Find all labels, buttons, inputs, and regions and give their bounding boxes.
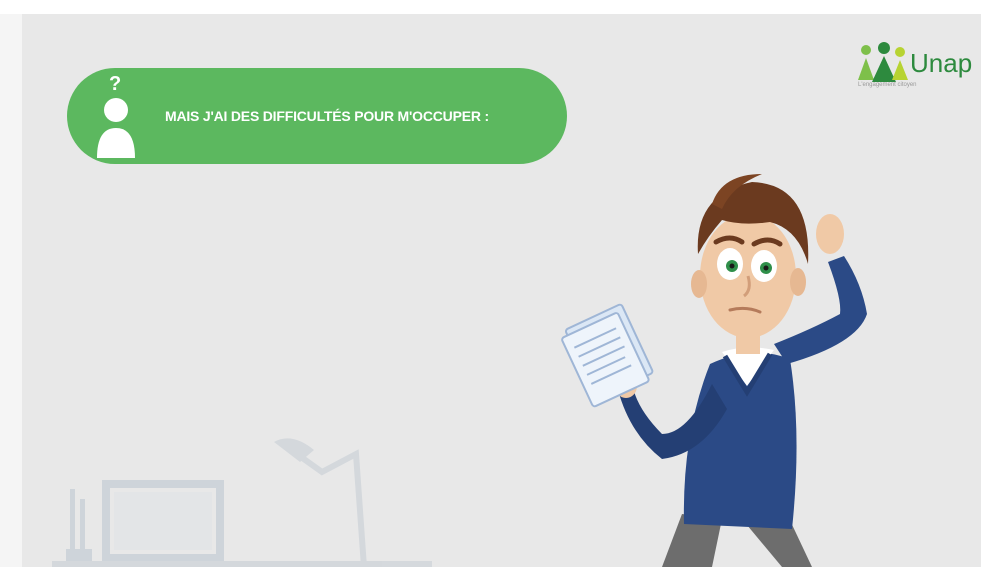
logo-tagline: L'engagement citoyen — [858, 82, 917, 88]
question-banner: ? MAIS J'AI DES DIFFICULTÉS POUR M'OCCUP… — [67, 68, 567, 164]
logo-text: Unap — [910, 48, 973, 78]
desk-items — [52, 438, 432, 567]
unapei-figures-icon — [858, 42, 908, 82]
question-mark: ? — [109, 73, 121, 95]
person-question-icon: ? — [97, 73, 135, 158]
unapei-logo: Unap L'engagement citoyen — [854, 38, 981, 98]
video-slide: ? MAIS J'AI DES DIFFICULTÉS POUR M'OCCUP… — [22, 14, 981, 567]
banner-text: MAIS J'AI DES DIFFICULTÉS POUR M'OCCUPER… — [165, 108, 489, 124]
top-bar — [0, 0, 981, 14]
left-margin — [0, 14, 22, 567]
man-character — [561, 174, 867, 567]
